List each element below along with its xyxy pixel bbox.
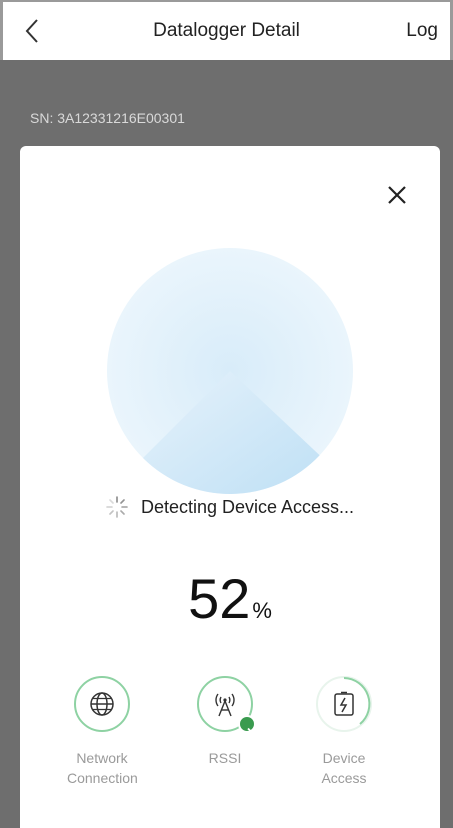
step-label: Network Connection xyxy=(67,748,138,788)
serial-number: SN: 3A12331216E00301 xyxy=(30,110,185,126)
nav-bar: Datalogger Detail Log xyxy=(0,0,453,60)
loading-spinner-icon xyxy=(106,496,128,519)
log-button[interactable]: Log xyxy=(406,20,438,42)
step-circle xyxy=(74,676,130,732)
close-icon[interactable] xyxy=(382,180,412,210)
status-line: Detecting Device Access... xyxy=(20,496,440,519)
step-circle xyxy=(197,676,258,733)
progress-percent: 52% xyxy=(20,566,440,631)
page-title: Datalogger Detail xyxy=(153,20,300,41)
step-label-line1: Device xyxy=(322,750,366,766)
step-label-line2: Access xyxy=(321,770,367,786)
step-label-line1: Network xyxy=(76,750,128,766)
progress-unit: % xyxy=(252,598,272,623)
step-network-connection: Network Connection xyxy=(67,676,138,788)
step-label: Device Access xyxy=(309,748,379,788)
status-text: Detecting Device Access... xyxy=(140,496,355,517)
step-circle xyxy=(316,676,372,732)
progress-value: 52 xyxy=(188,567,251,630)
step-label-line2: Connection xyxy=(67,770,138,786)
device-charge-icon xyxy=(334,691,354,716)
step-rssi: RSSI xyxy=(190,676,260,768)
globe-icon xyxy=(90,692,114,716)
check-icon xyxy=(238,715,258,733)
step-label-line1: RSSI xyxy=(208,750,242,766)
step-device-access: Device Access xyxy=(309,676,379,788)
antenna-icon xyxy=(215,693,235,717)
detection-dialog: Detecting Device Access... 52% Network C… xyxy=(20,146,440,828)
step-label: RSSI xyxy=(190,748,260,768)
progress-pie xyxy=(107,248,353,494)
